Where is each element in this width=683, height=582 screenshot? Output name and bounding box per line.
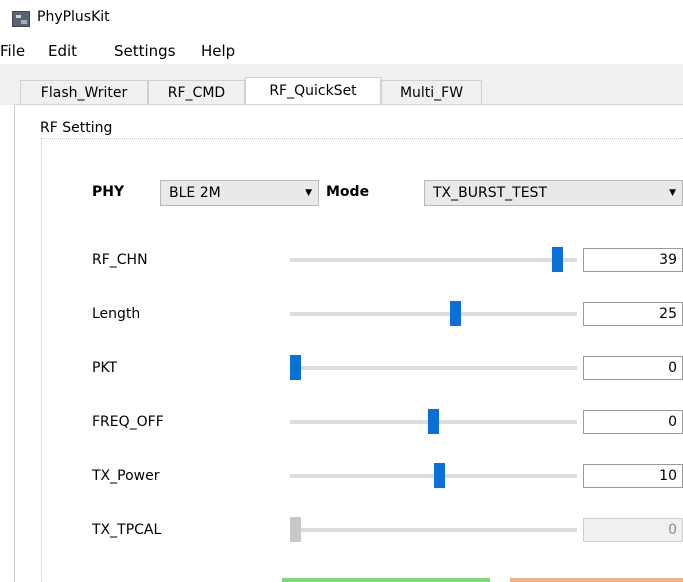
tab-flash-writer[interactable]: Flash_Writer xyxy=(20,80,148,105)
app-icon xyxy=(12,11,30,27)
mode-select[interactable]: TX_BURST_TEST ▼ xyxy=(424,180,683,206)
start-button-edge[interactable] xyxy=(282,578,490,582)
rf-chn-label: RF_CHN xyxy=(92,252,148,268)
menu-file[interactable]: File xyxy=(0,42,25,60)
rf-chn-slider-track[interactable] xyxy=(290,258,577,262)
tx-power-slider-handle[interactable] xyxy=(433,463,445,488)
tab-rf-cmd[interactable]: RF_CMD xyxy=(148,80,245,105)
pkt-spinbox[interactable]: 0 xyxy=(583,356,683,380)
tx-tpcal-slider-handle[interactable] xyxy=(290,517,301,542)
tab-multi-fw[interactable]: Multi_FW xyxy=(381,80,482,105)
rf-setting-group-title: RF Setting xyxy=(37,120,116,136)
tx-power-label: TX_Power xyxy=(92,468,160,484)
freq-off-slider-handle[interactable] xyxy=(428,409,439,434)
tx-power-spinbox[interactable]: 10 xyxy=(583,464,683,488)
phy-select[interactable]: BLE 2M ▼ xyxy=(160,180,319,206)
pkt-slider-track[interactable] xyxy=(290,366,577,370)
length-spinbox[interactable]: 25 xyxy=(583,302,683,326)
tab-rf-quickset[interactable]: RF_QuickSet xyxy=(245,77,381,106)
tab-bar: Flash_Writer RF_CMD RF_QuickSet Multi_FW xyxy=(0,64,683,106)
chevron-down-icon: ▼ xyxy=(669,188,676,198)
length-label: Length xyxy=(92,306,141,322)
menu-edit[interactable]: Edit xyxy=(48,42,77,60)
length-slider-handle[interactable] xyxy=(450,301,462,326)
phy-select-value: BLE 2M xyxy=(169,185,221,201)
pkt-label: PKT xyxy=(92,360,118,376)
pkt-slider-handle[interactable] xyxy=(290,355,301,380)
freq-off-label: FREQ_OFF xyxy=(92,414,164,430)
tx-tpcal-label: TX_TPCAL xyxy=(92,522,162,538)
length-slider-track[interactable] xyxy=(290,312,577,316)
phy-label: PHY xyxy=(92,184,125,200)
rf-chn-slider-handle[interactable] xyxy=(552,247,564,272)
freq-off-spinbox[interactable]: 0 xyxy=(583,410,683,434)
mode-select-value: TX_BURST_TEST xyxy=(433,185,547,201)
chevron-down-icon: ▼ xyxy=(305,188,312,198)
rf-chn-spinbox[interactable]: 39 xyxy=(583,248,683,272)
tx-tpcal-slider-track[interactable] xyxy=(290,528,577,532)
menu-settings[interactable]: Settings xyxy=(114,42,176,60)
window-title: PhyPlusKit xyxy=(37,9,110,25)
title-bar: PhyPlusKit xyxy=(0,0,683,38)
tx-tpcal-spinbox[interactable]: 0 xyxy=(583,518,683,542)
stop-button-edge[interactable] xyxy=(510,578,683,582)
mode-label: Mode xyxy=(326,184,370,200)
menu-help[interactable]: Help xyxy=(201,42,235,60)
